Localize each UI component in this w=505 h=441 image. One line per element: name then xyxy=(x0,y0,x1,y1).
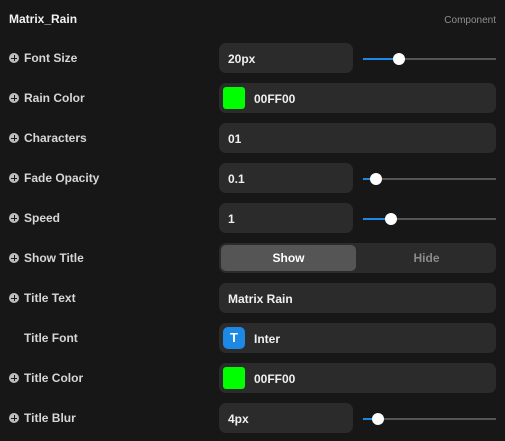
prop-row-show-title: Show Title Show Hide xyxy=(0,241,505,275)
prop-label: Fade Opacity xyxy=(24,171,100,185)
prop-row-fade-opacity: Fade Opacity 0.1 xyxy=(0,161,505,195)
speed-input[interactable]: 1 xyxy=(219,203,353,233)
slider-handle[interactable] xyxy=(384,213,397,225)
prop-label: Font Size xyxy=(24,51,78,65)
slider-handle[interactable] xyxy=(370,173,383,185)
title-font-value: Inter xyxy=(254,332,281,346)
speed-value: 1 xyxy=(228,212,235,226)
fade-opacity-slider[interactable] xyxy=(363,173,496,185)
add-control-icon[interactable] xyxy=(9,413,19,423)
title-blur-slider[interactable] xyxy=(363,413,496,425)
font-size-slider[interactable] xyxy=(363,53,496,65)
prop-label: Rain Color xyxy=(24,91,85,105)
color-swatch[interactable] xyxy=(223,87,245,109)
show-option[interactable]: Show xyxy=(221,245,356,271)
panel-header: Matrix_Rain Component xyxy=(0,0,505,40)
rain-color-value: 00FF00 xyxy=(254,92,296,106)
prop-label: Characters xyxy=(24,131,87,145)
title-color-input[interactable]: 00FF00 xyxy=(219,363,496,393)
color-swatch[interactable] xyxy=(223,367,245,389)
add-control-icon[interactable] xyxy=(9,93,19,103)
component-title: Matrix_Rain xyxy=(9,12,78,26)
add-control-icon[interactable] xyxy=(9,173,19,183)
fade-opacity-value: 0.1 xyxy=(228,172,245,186)
prop-row-title-text: Title Text Matrix Rain xyxy=(0,281,505,315)
speed-slider[interactable] xyxy=(363,213,496,225)
prop-label: Title Font xyxy=(24,331,78,345)
prop-label: Title Blur xyxy=(24,411,76,425)
prop-row-title-color: Title Color 00FF00 xyxy=(0,361,505,395)
show-title-toggle: Show Hide xyxy=(219,243,496,273)
font-icon: T xyxy=(223,327,245,349)
prop-row-title-blur: Title Blur 4px xyxy=(0,401,505,435)
add-control-icon[interactable] xyxy=(9,293,19,303)
title-blur-input[interactable]: 4px xyxy=(219,403,353,433)
font-size-value: 20px xyxy=(228,52,256,66)
prop-label: Speed xyxy=(24,211,61,225)
prop-row-characters: Characters 01 xyxy=(0,121,505,155)
characters-value: 01 xyxy=(228,132,242,146)
slider-handle[interactable] xyxy=(392,53,405,65)
slider-handle[interactable] xyxy=(371,413,384,425)
prop-row-speed: Speed 1 xyxy=(0,201,505,235)
prop-label: Title Text xyxy=(24,291,76,305)
prop-row-rain-color: Rain Color 00FF00 xyxy=(0,81,505,115)
title-font-picker[interactable]: T Inter xyxy=(219,323,496,353)
add-control-icon[interactable] xyxy=(9,213,19,223)
title-text-value: Matrix Rain xyxy=(228,292,293,306)
prop-row-title-font: Title Font T Inter xyxy=(0,321,505,355)
hide-option[interactable]: Hide xyxy=(359,245,494,271)
title-color-value: 00FF00 xyxy=(254,372,296,386)
add-control-icon[interactable] xyxy=(9,133,19,143)
add-control-icon[interactable] xyxy=(9,53,19,63)
font-size-input[interactable]: 20px xyxy=(219,43,353,73)
rain-color-input[interactable]: 00FF00 xyxy=(219,83,496,113)
title-blur-value: 4px xyxy=(228,412,249,426)
add-control-icon[interactable] xyxy=(9,253,19,263)
characters-input[interactable]: 01 xyxy=(219,123,496,153)
prop-label: Show Title xyxy=(24,251,84,265)
fade-opacity-input[interactable]: 0.1 xyxy=(219,163,353,193)
title-text-input[interactable]: Matrix Rain xyxy=(219,283,496,313)
add-control-icon[interactable] xyxy=(9,373,19,383)
prop-row-font-size: Font Size 20px xyxy=(0,41,505,75)
component-type-label: Component xyxy=(444,15,496,26)
prop-label: Title Color xyxy=(24,371,84,385)
